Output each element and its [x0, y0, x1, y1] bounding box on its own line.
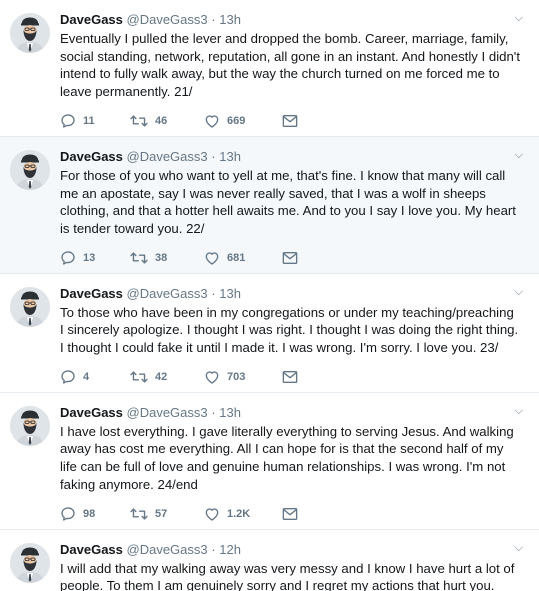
avatar[interactable] [10, 405, 50, 446]
display-name[interactable]: DaveGass [60, 286, 123, 301]
reply-button[interactable]: 4 [60, 369, 130, 385]
timestamp[interactable]: 13h [219, 286, 241, 301]
reply-button[interactable]: 13 [60, 250, 130, 266]
like-count: 1.2K [227, 507, 251, 520]
retweet-count: 42 [155, 370, 168, 383]
avatar[interactable] [10, 542, 50, 583]
like-button[interactable]: 669 [204, 113, 282, 129]
chevron-down-icon[interactable]: ⌵ [515, 148, 523, 162]
separator-dot: · [211, 12, 216, 27]
direct-message-button[interactable] [282, 507, 298, 521]
like-button[interactable]: 703 [204, 369, 282, 385]
timestamp[interactable]: 13h [219, 12, 241, 27]
like-button[interactable]: 681 [204, 250, 282, 266]
reply-icon [60, 369, 76, 385]
tweet-actions: 98 57 1.2K [60, 499, 525, 529]
timestamp[interactable]: 13h [219, 405, 241, 420]
tweet-text: I have lost everything. I gave literally… [60, 423, 514, 492]
avatar[interactable] [10, 286, 50, 327]
tweet-header: DaveGass @DaveGass3 · 13h [60, 285, 525, 302]
display-name[interactable]: DaveGass [60, 405, 123, 420]
reply-icon [60, 113, 76, 129]
tweet[interactable]: ⌵ DaveGass @DaveGass3 · 13h To those who… [0, 274, 539, 393]
retweet-button[interactable]: 57 [130, 506, 204, 522]
display-name[interactable]: DaveGass [60, 149, 123, 164]
tweet-text: For those of you who want to yell at me,… [60, 167, 516, 236]
chevron-down-icon[interactable]: ⌵ [515, 11, 523, 25]
tweet-actions: 11 46 669 [60, 106, 525, 136]
reply-icon [60, 506, 76, 522]
separator-dot: · [211, 148, 216, 164]
chevron-down-icon[interactable]: ⌵ [515, 285, 523, 299]
reply-count: 98 [83, 507, 96, 520]
tweet-text: I will add that my walking away was very… [60, 560, 515, 591]
reply-button[interactable]: 98 [60, 506, 130, 522]
tweet-header: DaveGass @DaveGass3 · 13h [60, 148, 525, 165]
avatar[interactable] [10, 149, 50, 190]
separator-dot: · [211, 541, 216, 557]
retweet-icon [130, 250, 148, 266]
envelope-icon [282, 507, 298, 521]
heart-icon [204, 369, 220, 385]
chevron-down-icon[interactable]: ⌵ [515, 404, 523, 418]
separator-dot: · [211, 285, 216, 301]
tweet-text: To those who have been in my congregatio… [60, 304, 519, 356]
retweet-button[interactable]: 42 [130, 369, 204, 385]
direct-message-button[interactable] [282, 114, 298, 128]
display-name[interactable]: DaveGass [60, 542, 123, 557]
like-count: 703 [227, 370, 246, 383]
tweet-header: DaveGass @DaveGass3 · 13h [60, 11, 525, 28]
avatar[interactable] [10, 13, 50, 53]
tweet[interactable]: ⌵ DaveGass @DaveGass3 · 13h I have lost … [0, 393, 539, 530]
like-count: 669 [227, 114, 246, 127]
reply-count: 4 [83, 370, 90, 383]
like-button[interactable]: 1.2K [204, 506, 282, 522]
direct-message-button[interactable] [282, 370, 298, 384]
envelope-icon [282, 251, 298, 265]
tweet-text: Eventually I pulled the lever and droppe… [60, 31, 520, 100]
retweet-icon [130, 506, 148, 522]
reply-count: 13 [83, 251, 96, 264]
user-handle[interactable]: @DaveGass3 [127, 405, 208, 420]
user-handle[interactable]: @DaveGass3 [127, 286, 208, 301]
retweet-icon [130, 369, 148, 385]
envelope-icon [282, 370, 298, 384]
display-name[interactable]: DaveGass [60, 12, 123, 27]
retweet-icon [130, 113, 148, 129]
timestamp[interactable]: 13h [219, 149, 241, 164]
retweet-button[interactable]: 38 [130, 250, 204, 266]
retweet-button[interactable]: 46 [130, 113, 204, 129]
chevron-down-icon[interactable]: ⌵ [515, 541, 523, 555]
user-handle[interactable]: @DaveGass3 [127, 12, 208, 27]
user-handle[interactable]: @DaveGass3 [127, 542, 208, 557]
retweet-count: 57 [155, 507, 168, 520]
like-count: 681 [227, 251, 246, 264]
separator-dot: · [211, 404, 216, 420]
direct-message-button[interactable] [282, 251, 298, 265]
retweet-count: 38 [155, 251, 168, 264]
envelope-icon [282, 114, 298, 128]
heart-icon [204, 113, 220, 129]
tweet-header: DaveGass @DaveGass3 · 12h [60, 541, 525, 558]
reply-count: 11 [83, 114, 95, 127]
heart-icon [204, 506, 220, 522]
tweet-actions: 4 42 703 [60, 362, 525, 392]
reply-icon [60, 250, 76, 266]
tweet[interactable]: ⌵ DaveGass @DaveGass3 · 13h For those of… [0, 136, 539, 274]
timestamp[interactable]: 12h [219, 542, 241, 557]
tweet[interactable]: ⌵ DaveGass @DaveGass3 · 13h Eventually I… [0, 0, 539, 137]
user-handle[interactable]: @DaveGass3 [127, 149, 208, 164]
tweet-actions: 13 38 681 [60, 243, 525, 273]
heart-icon [204, 250, 220, 266]
tweet[interactable]: ⌵ DaveGass @DaveGass3 · 12h I will add t… [0, 530, 539, 591]
tweet-feed: ⌵ DaveGass @DaveGass3 · 13h Eventually I… [0, 0, 539, 591]
tweet-header: DaveGass @DaveGass3 · 13h [60, 404, 525, 421]
reply-button[interactable]: 11 [60, 113, 130, 129]
retweet-count: 46 [155, 114, 168, 127]
